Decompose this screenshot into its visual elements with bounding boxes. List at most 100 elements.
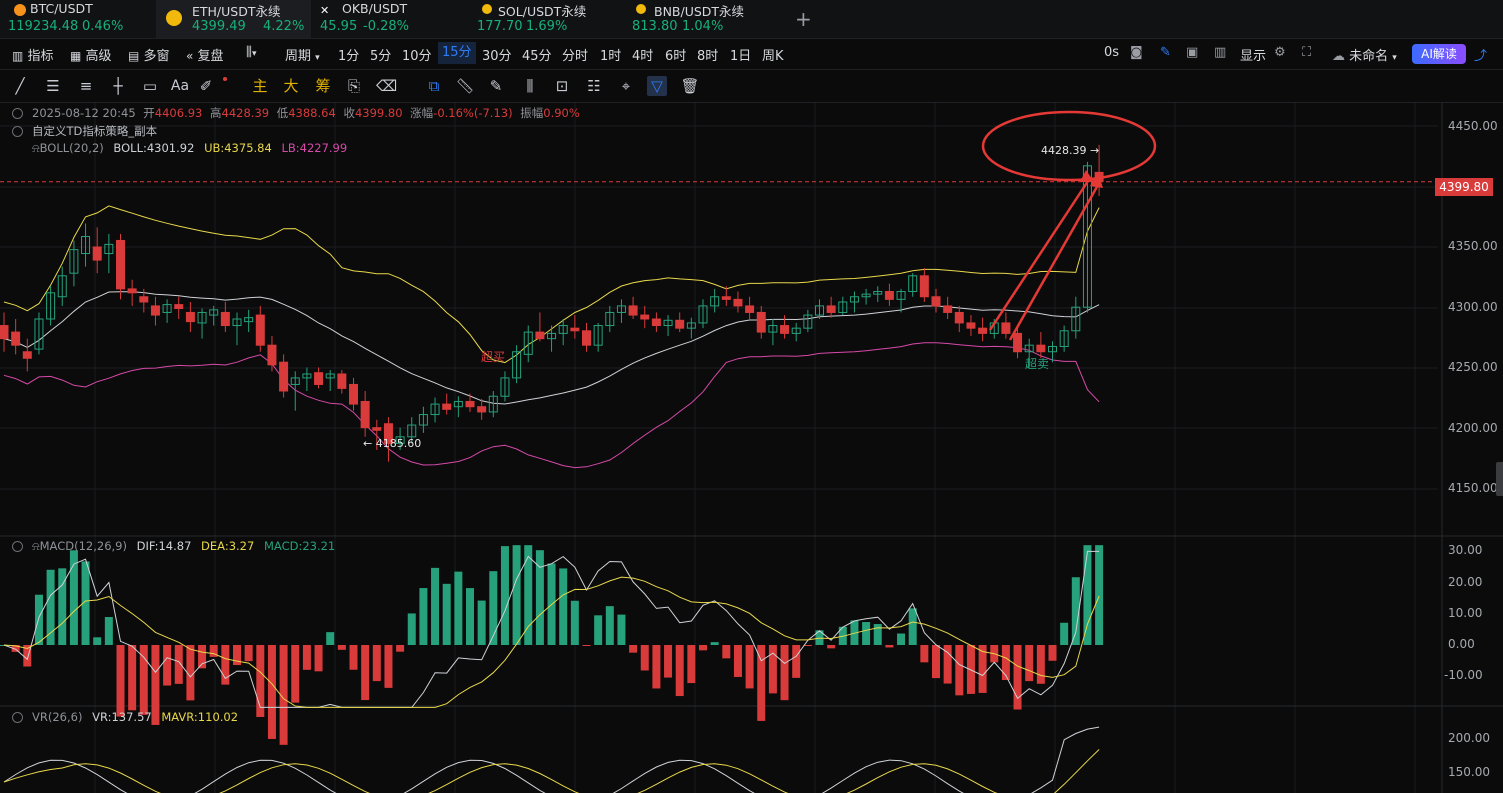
macd-bar: [570, 600, 579, 645]
candle: [255, 314, 265, 346]
macd-bar: [675, 645, 684, 697]
macd-bar: [512, 545, 521, 645]
high-price-marker: 4428.39 →: [1041, 144, 1100, 157]
macd-bar: [128, 645, 137, 711]
macd-tick: -10.00: [1444, 668, 1483, 682]
macd-bar: [396, 645, 405, 652]
candle: [640, 314, 650, 320]
macd-bar: [466, 588, 474, 645]
macd-bar: [955, 645, 964, 696]
candle: [174, 304, 184, 310]
candle: [314, 372, 324, 385]
price-tick: 4250.00: [1448, 360, 1498, 374]
macd-bar: [407, 613, 416, 645]
high-label: 高: [210, 106, 222, 120]
candle: [0, 325, 9, 340]
candle: [943, 305, 953, 313]
candle: [185, 311, 195, 323]
candle: [1001, 322, 1011, 334]
macd-bar: [780, 645, 789, 701]
vr-name: VR(26,6): [32, 710, 83, 724]
macd-bar: [1013, 645, 1022, 710]
current-price-tag: 4399.80: [1435, 178, 1493, 196]
candle: [337, 373, 347, 389]
macd-bar: [652, 645, 661, 689]
collapse-icon[interactable]: [12, 541, 23, 552]
macd-legend: ⍾MACD(12,26,9) DIF:14.87 DEA:3.27 MACD:2…: [32, 539, 335, 554]
macd-bar: [687, 645, 696, 684]
close-label: 收: [343, 106, 355, 120]
low-price-marker: ← 4185.60: [363, 437, 422, 450]
price-tick: 4350.00: [1448, 239, 1498, 253]
bell-icon: ⍾: [32, 539, 40, 553]
candle: [279, 361, 289, 392]
macd-bar: [454, 571, 463, 645]
macd-bar: [93, 637, 102, 645]
candle: [884, 291, 894, 300]
collapse-icon[interactable]: [12, 126, 23, 137]
price-tick: 4200.00: [1448, 421, 1498, 435]
open-value: 4406.93: [154, 106, 203, 120]
macd-bar: [1025, 645, 1034, 682]
macd-bar: [1083, 545, 1092, 645]
boll-name: BOLL(20,2): [39, 141, 104, 155]
candle: [675, 319, 685, 329]
candle: [582, 330, 591, 346]
macd-bar: [442, 583, 451, 645]
macd-bar: [1095, 545, 1104, 645]
macd-bar: [500, 546, 509, 645]
macd-bar: [244, 645, 253, 662]
candle: [1036, 344, 1046, 353]
ohlc-header: 2025-08-12 20:45 开4406.93 高4428.39 低4388…: [32, 105, 580, 121]
candle: [127, 288, 137, 294]
candle: [721, 296, 731, 300]
amplitude-label: 振幅: [520, 106, 544, 120]
macd-bar: [116, 645, 125, 717]
macd-bar: [477, 600, 486, 645]
macd-bar: [198, 645, 207, 669]
macd-bar: [291, 645, 300, 703]
macd-bar: [163, 645, 172, 686]
candle: [651, 318, 661, 327]
macd-bar: [302, 645, 311, 670]
side-panel-handle[interactable]: [1496, 462, 1503, 496]
macd-bar: [419, 588, 428, 645]
macd-bar: [873, 624, 882, 645]
collapse-icon[interactable]: [12, 108, 23, 119]
low-value: 4388.64: [288, 106, 336, 120]
candle: [966, 322, 976, 329]
macd-bar: [885, 645, 894, 648]
candle: [465, 400, 475, 408]
boll-lb: LB:4227.99: [281, 141, 348, 155]
candle: [733, 298, 743, 307]
macd-tick: 30.00: [1448, 543, 1483, 557]
boll-value: BOLL:4301.92: [113, 141, 195, 155]
price-tick: 4300.00: [1448, 300, 1498, 314]
open-label: 开: [143, 106, 155, 120]
vr-value: VR:137.57: [92, 710, 152, 724]
candle: [116, 239, 125, 290]
macd-tick: 0.00: [1448, 637, 1475, 651]
macd-bar: [372, 645, 381, 682]
macd-bar: [326, 632, 335, 645]
vr-tick: 150.00: [1448, 765, 1490, 779]
candle: [22, 351, 32, 359]
macd-bar: [139, 645, 148, 715]
macd-bar: [384, 645, 393, 688]
macd-bar: [768, 645, 777, 694]
candle: [780, 325, 790, 334]
macd-bar: [664, 645, 673, 678]
macd-tick: 10.00: [1448, 606, 1483, 620]
candle: [756, 311, 766, 333]
amplitude-value: 0.90%: [543, 106, 580, 120]
candle: [11, 331, 21, 346]
macd-bar: [745, 645, 754, 689]
change-value: -0.16%(-7.13): [433, 106, 513, 120]
price-tick: 4450.00: [1448, 119, 1498, 133]
collapse-icon[interactable]: [12, 712, 23, 723]
macd-bar: [1048, 645, 1057, 661]
macd-bar: [431, 567, 440, 645]
macd-bar: [897, 633, 906, 645]
candle: [139, 296, 149, 303]
macd-bar: [337, 645, 346, 650]
